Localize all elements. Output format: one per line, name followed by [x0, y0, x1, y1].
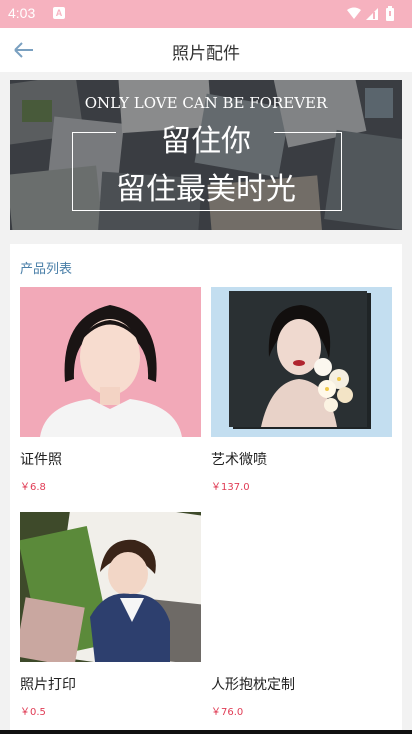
- product-image-id-photo: [20, 287, 201, 437]
- product-image-art-print: [211, 287, 392, 437]
- product-card-photo-print[interactable]: 照片打印 ￥0.5: [20, 512, 201, 718]
- page-title: 照片配件: [172, 44, 240, 64]
- status-icons: [346, 6, 406, 26]
- bottom-edge: [0, 730, 412, 734]
- banner-english-text: ONLY LOVE CAN BE FOREVER: [84, 94, 328, 112]
- banner-subheadline: 留住最美时光: [116, 172, 296, 207]
- product-card-body-pillow[interactable]: 人形抱枕定制 ￥76.0: [211, 512, 392, 718]
- product-card-art-print[interactable]: 艺术微喷 ￥137.0: [211, 287, 392, 493]
- product-price: ￥6.8: [20, 482, 46, 493]
- app-notification-icon: A: [53, 7, 65, 19]
- top-navigation-bar: 照片配件: [0, 28, 412, 72]
- product-image-body-pillow: [211, 512, 392, 662]
- status-time: 4:03: [8, 5, 36, 21]
- product-price: ￥76.0: [211, 707, 244, 718]
- product-price: ￥0.5: [20, 707, 46, 718]
- product-name: 照片打印: [20, 677, 76, 693]
- product-list-title: 产品列表: [20, 262, 73, 277]
- product-name: 人形抱枕定制: [211, 677, 295, 693]
- product-list-section: 产品列表 证件照 ￥6.8 艺术微喷 ￥137.0 照片打印 ￥0.5 人形抱枕…: [10, 244, 402, 734]
- product-name: 证件照: [20, 452, 62, 468]
- product-name: 艺术微喷: [211, 452, 267, 468]
- status-bar: 4:03 A: [0, 0, 412, 28]
- banner-headline: 留住你: [161, 124, 251, 159]
- promo-banner[interactable]: ONLY LOVE CAN BE FOREVER 留住你 留住最美时光: [10, 80, 402, 230]
- product-image-photo-print: [20, 512, 201, 662]
- product-price: ￥137.0: [211, 482, 250, 493]
- product-card-id-photo[interactable]: 证件照 ￥6.8: [20, 287, 201, 493]
- wifi-signal-battery-icon: [347, 6, 394, 21]
